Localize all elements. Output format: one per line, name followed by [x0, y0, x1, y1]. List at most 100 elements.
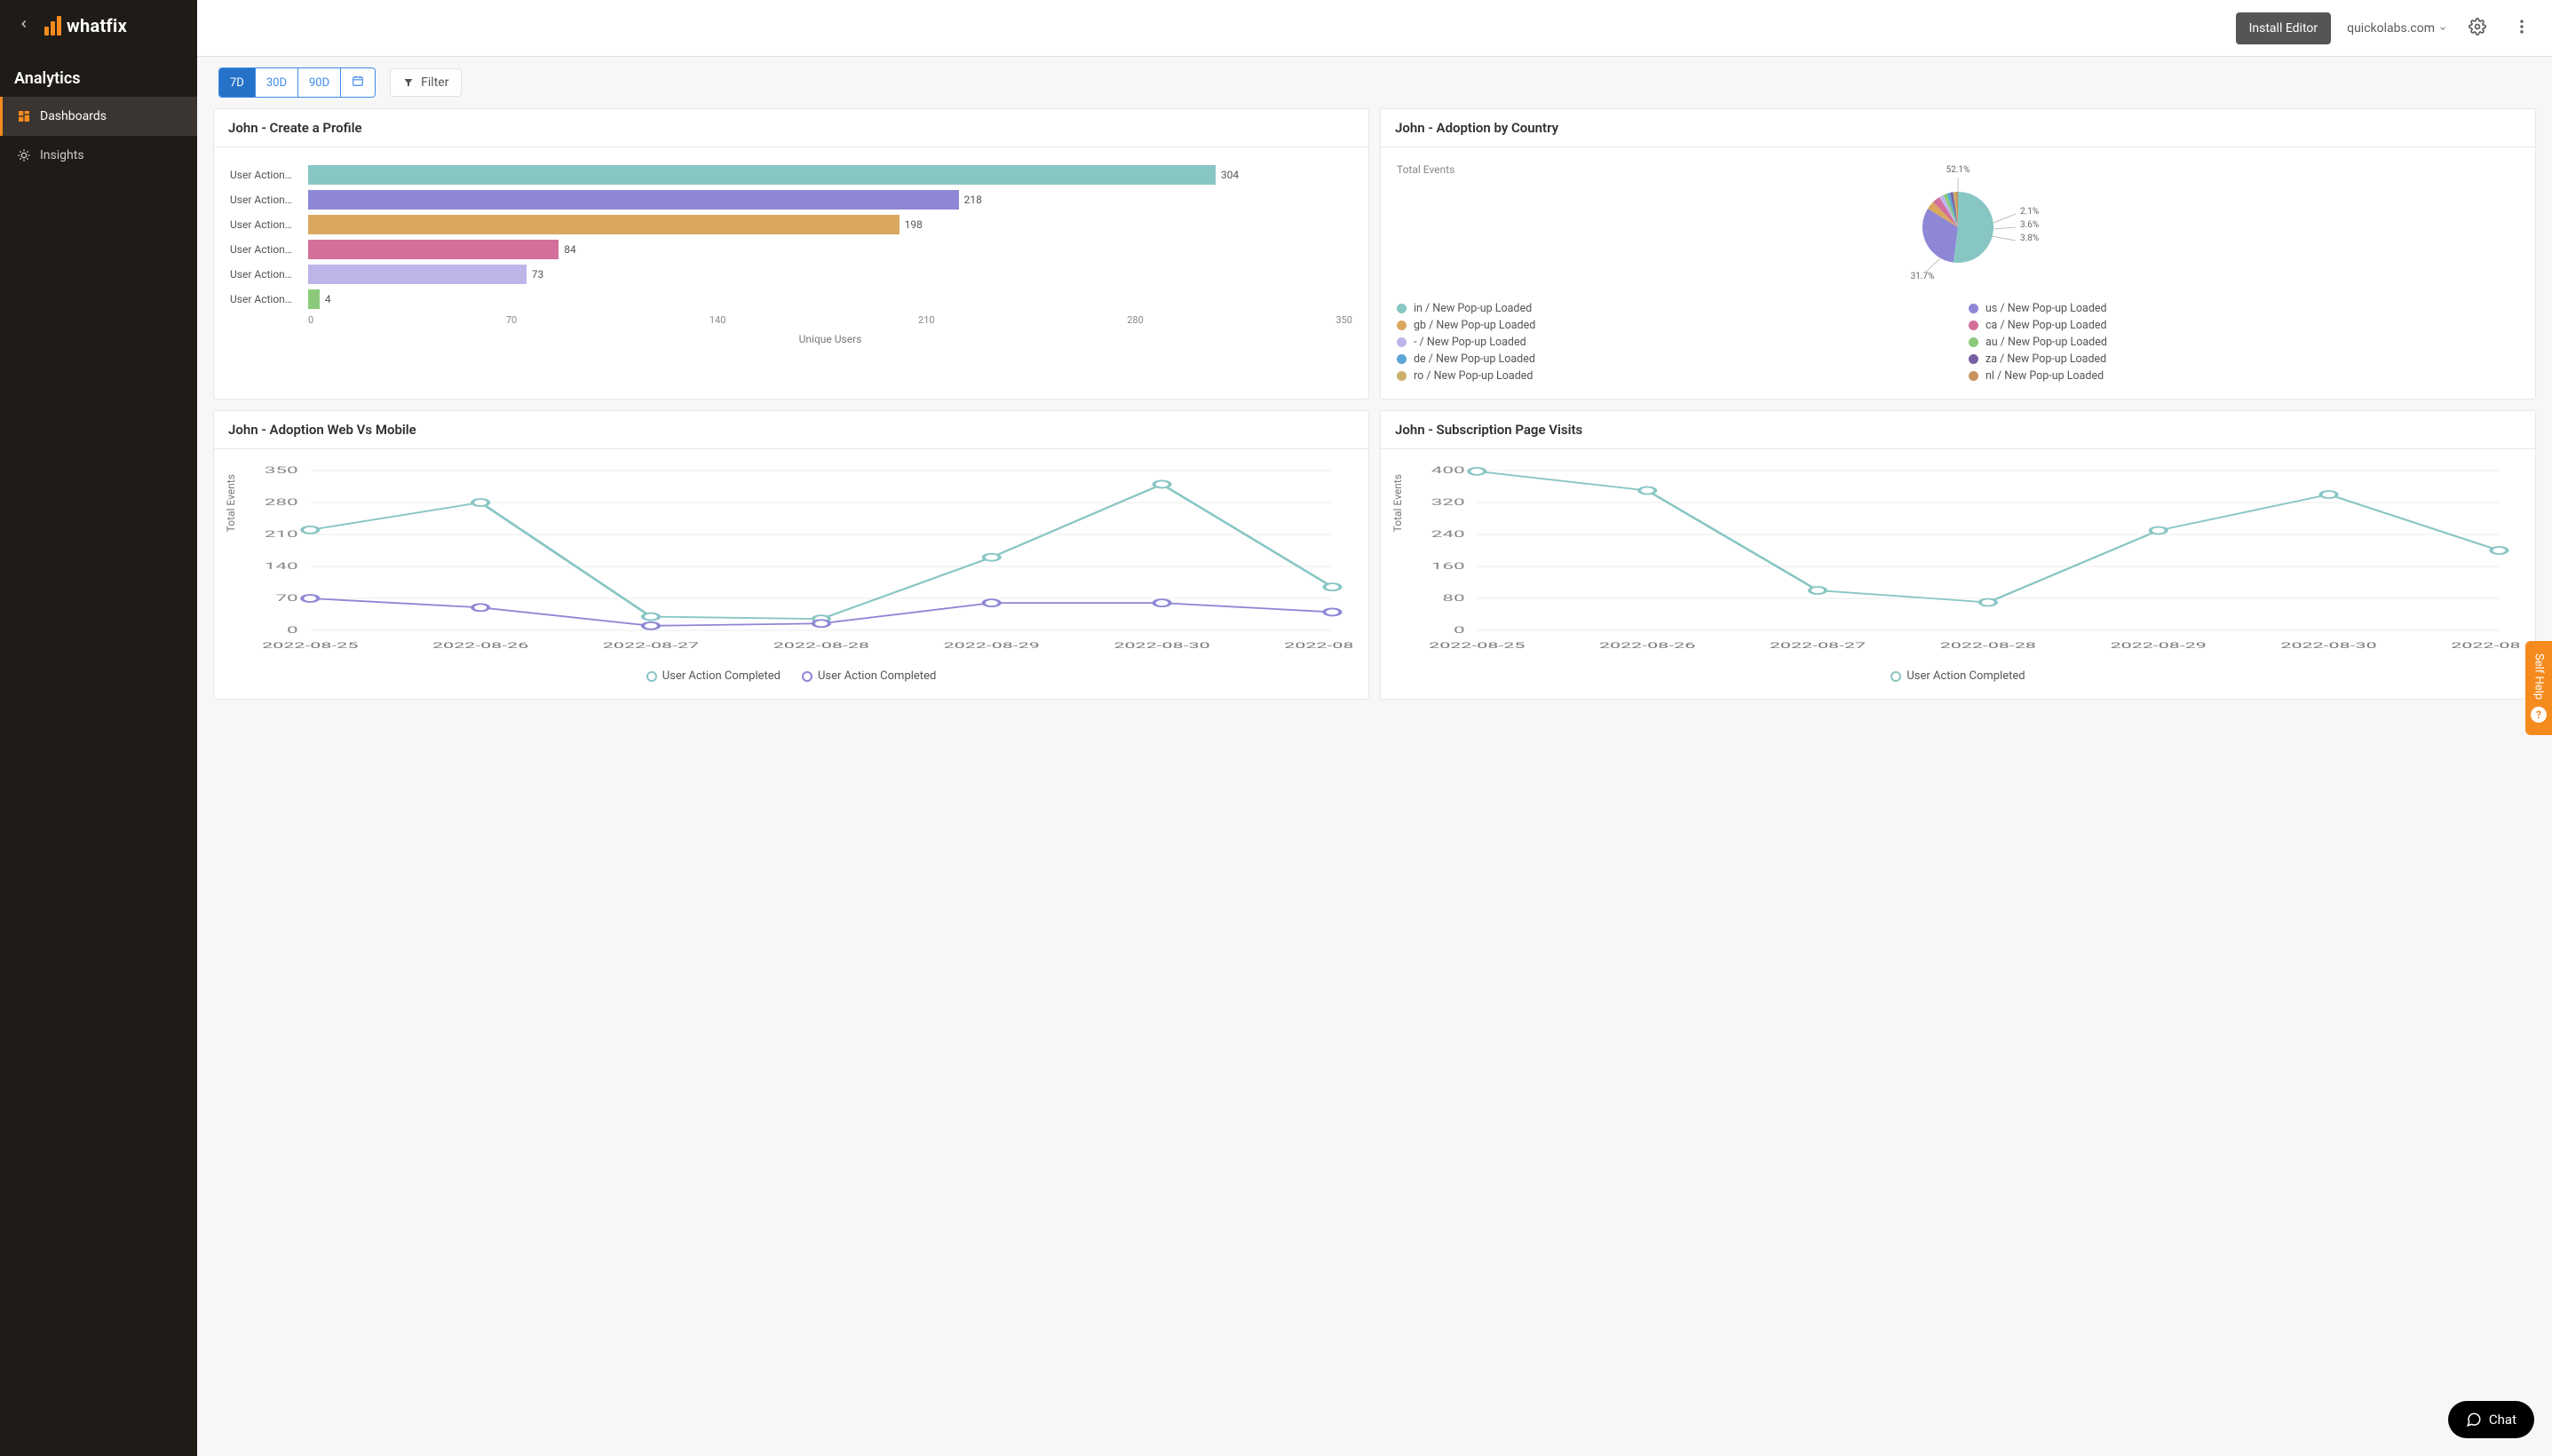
legend-item: User Action Completed [646, 669, 781, 683]
legend-item: ca / New Pop-up Loaded [1969, 319, 2519, 332]
line-series [1477, 471, 2499, 603]
more-vertical-icon [2513, 18, 2531, 36]
legend-swatch [802, 671, 812, 682]
legend-swatch [1397, 371, 1407, 381]
card-adoption-country: John - Adoption by Country Total Events … [1380, 108, 2536, 400]
nav-label: Dashboards [40, 109, 107, 123]
legend-swatch [1397, 320, 1407, 330]
range-90d[interactable]: 90D [298, 68, 341, 97]
bar-axis-title: Unique Users [308, 333, 1352, 345]
line-point [2321, 491, 2337, 498]
bar-fill [308, 240, 559, 259]
install-editor-button[interactable]: Install Editor [2236, 12, 2332, 44]
pie-chart: 52.1%2.1%3.6%3.8%31.7% [1869, 165, 2047, 289]
legend-label: User Action Completed [818, 669, 936, 683]
sidebar-section-title: Analytics [0, 51, 197, 97]
line-point [1639, 487, 1655, 495]
more-button[interactable] [2508, 12, 2536, 44]
line1-ylabel: Total Events [225, 474, 237, 532]
svg-text:320: 320 [1431, 497, 1465, 507]
legend-item: za / New Pop-up Loaded [1969, 352, 2519, 366]
legend-item: gb / New Pop-up Loaded [1397, 319, 1947, 332]
filter-button[interactable]: Filter [390, 68, 462, 97]
legend-swatch [1397, 304, 1407, 313]
svg-text:140: 140 [265, 561, 298, 571]
line-point [1324, 583, 1340, 590]
pie-label: 52.1% [1946, 165, 1970, 175]
self-help-tab[interactable]: Self Help ? [2525, 641, 2552, 735]
legend-swatch [1969, 337, 1978, 347]
card-subscription-visits: John - Subscription Page Visits Total Ev… [1380, 410, 2536, 700]
card-title: John - Subscription Page Visits [1381, 411, 2535, 449]
svg-text:2022-08-26: 2022-08-26 [1599, 641, 1695, 651]
legend-label: us / New Pop-up Loaded [1985, 302, 2107, 315]
account-dropdown[interactable]: quickolabs.com [2347, 21, 2447, 36]
line-point [1324, 608, 1340, 615]
line-point [984, 599, 1000, 606]
nav-label: Insights [40, 148, 84, 162]
bar-label: User Action… [230, 169, 299, 181]
chat-button[interactable]: Chat [2448, 1401, 2534, 1438]
bar-label: User Action… [230, 293, 299, 305]
line1-legend: User Action Completed User Action Complet… [230, 669, 1352, 683]
account-label: quickolabs.com [2347, 21, 2435, 36]
card-title: John - Create a Profile [214, 109, 1368, 147]
insights-icon [17, 148, 31, 162]
bar-value: 304 [1221, 169, 1239, 181]
pie-slice [1954, 192, 1993, 263]
svg-text:2022-08-25: 2022-08-25 [1429, 641, 1525, 651]
bar-value: 84 [564, 243, 576, 256]
svg-text:2022-08-29: 2022-08-29 [2111, 641, 2207, 651]
legend-label: za / New Pop-up Loaded [1985, 352, 2106, 366]
pie-label: 2.1% [2020, 207, 2039, 217]
legend-item: User Action Completed [1890, 669, 2025, 683]
range-30d[interactable]: 30D [256, 68, 298, 97]
svg-text:2022-08-26: 2022-08-26 [432, 641, 528, 651]
legend-item: User Action Completed [802, 669, 936, 683]
dashboard-grid: John - Create a Profile User Action…304U… [197, 108, 2552, 721]
bar-value: 218 [964, 194, 982, 206]
line2-legend: User Action Completed [1397, 669, 2519, 683]
bar-x-axis: 070140210280350 [308, 314, 1352, 326]
svg-text:2022-08-27: 2022-08-27 [603, 641, 699, 651]
svg-text:210: 210 [265, 529, 298, 539]
toolbar: 7D30D90D Filter [197, 57, 2552, 108]
svg-text:2022-08-28: 2022-08-28 [1940, 641, 2036, 651]
line-chart-2: 0801602403204002022-08-252022-08-262022-… [1397, 462, 2519, 657]
bar-label: User Action… [230, 268, 299, 281]
legend-swatch [1890, 671, 1901, 682]
svg-text:0: 0 [287, 625, 298, 635]
legend-swatch [1397, 354, 1407, 364]
brand-bars-icon [44, 16, 61, 36]
line-point [984, 554, 1000, 561]
settings-button[interactable] [2463, 12, 2492, 44]
line-point [643, 613, 659, 621]
date-range-segment: 7D30D90D [218, 67, 376, 98]
self-help-label: Self Help [2532, 653, 2546, 700]
svg-text:2022-08-25: 2022-08-25 [262, 641, 358, 651]
bar-label: User Action… [230, 218, 299, 231]
card-title: John - Adoption Web Vs Mobile [214, 411, 1368, 449]
svg-text:2022-08-30: 2022-08-30 [1114, 641, 1209, 651]
svg-text:400: 400 [1431, 465, 1465, 475]
line-point [472, 604, 488, 611]
chat-label: Chat [2489, 1412, 2516, 1428]
range-7d[interactable]: 7D [219, 68, 256, 97]
legend-swatch [646, 671, 657, 682]
dashboard-icon [17, 109, 31, 123]
svg-text:2022-08-27: 2022-08-27 [1770, 641, 1866, 651]
legend-label: User Action Completed [662, 669, 781, 683]
line-point [302, 595, 318, 602]
back-button[interactable] [12, 12, 36, 39]
bar-value: 198 [905, 218, 923, 231]
legend-item: nl / New Pop-up Loaded [1969, 369, 2519, 383]
card-title: John - Adoption by Country [1381, 109, 2535, 147]
bar-fill [308, 165, 1216, 185]
bar-row: User Action… 304 [230, 165, 1352, 185]
sidebar-item-insights[interactable]: Insights [0, 136, 197, 175]
legend-label: ca / New Pop-up Loaded [1985, 319, 2107, 332]
line-point [472, 499, 488, 506]
sidebar-item-dashboards[interactable]: Dashboards [0, 97, 197, 136]
range-custom[interactable] [341, 68, 375, 97]
bar-row: User Action…4 [230, 289, 1352, 309]
